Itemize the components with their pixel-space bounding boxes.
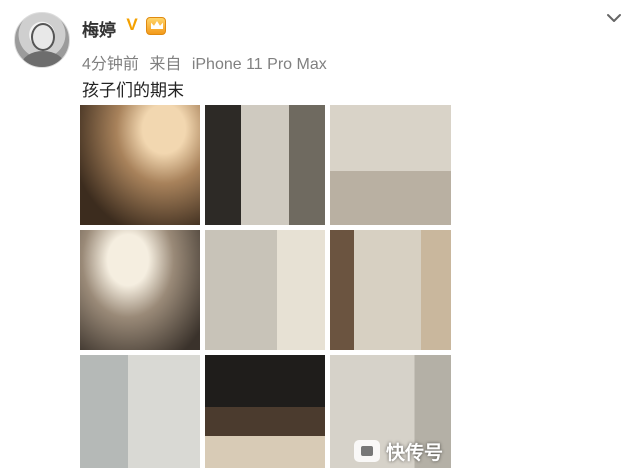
photo-2[interactable] [205, 105, 325, 225]
avatar-face [31, 23, 55, 51]
photo-7[interactable] [80, 355, 200, 468]
post-source-prefix: 来自 [149, 56, 182, 73]
post-source-device[interactable]: iPhone 11 Pro Max [192, 56, 327, 73]
post-time: 4分钟前 [82, 56, 139, 73]
chevron-down-icon[interactable] [606, 10, 622, 26]
photo-4[interactable] [80, 230, 200, 350]
photo-1[interactable] [80, 105, 200, 225]
watermark-text: 快传号 [386, 443, 444, 464]
photo-grid [80, 105, 451, 468]
watermark-logo-icon [354, 440, 380, 462]
photo-8[interactable] [205, 355, 325, 468]
avatar-body [21, 51, 65, 67]
post-text: 孩子们的期末 [82, 81, 184, 100]
avatar[interactable] [14, 12, 70, 68]
photo-5[interactable] [205, 230, 325, 350]
vip-crown-icon [146, 17, 166, 35]
verified-badge: V [126, 15, 138, 34]
photo-3[interactable] [330, 105, 451, 225]
post-meta: 4分钟前 来自 iPhone 11 Pro Max [82, 50, 333, 74]
username[interactable]: 梅婷 [82, 16, 116, 41]
photo-6[interactable] [330, 230, 451, 350]
